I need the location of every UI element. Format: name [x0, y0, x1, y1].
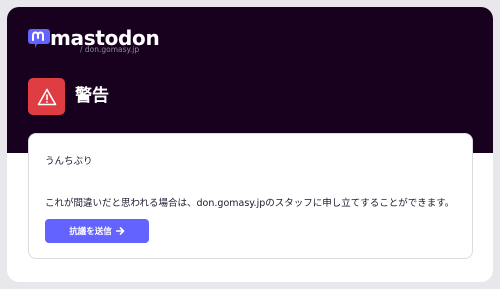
- strike-message: うんちぶり: [45, 156, 93, 167]
- alert-title: 警告: [75, 86, 109, 106]
- warning-icon: [37, 88, 56, 105]
- warning-badge: [28, 78, 65, 115]
- instance-domain: / don.gomasy.jp: [80, 45, 140, 54]
- strike-content-card: うんちぶり これが間違いだと思われる場合は、don.gomasy.jpのスタッフ…: [28, 133, 473, 259]
- page-card: mastodon / don.gomasy.jp 警告 うんちぶり これが間違い…: [7, 7, 493, 282]
- submit-appeal-button[interactable]: 抗議を送信: [45, 219, 149, 243]
- hero-header: mastodon / don.gomasy.jp 警告: [7, 7, 493, 153]
- mastodon-logo-icon: [28, 29, 50, 48]
- submit-appeal-label: 抗議を送信: [69, 226, 112, 236]
- appeal-instructions: これが間違いだと思われる場合は、don.gomasy.jpのスタッフに申し立てす…: [45, 198, 455, 209]
- arrow-right-icon: [115, 227, 125, 235]
